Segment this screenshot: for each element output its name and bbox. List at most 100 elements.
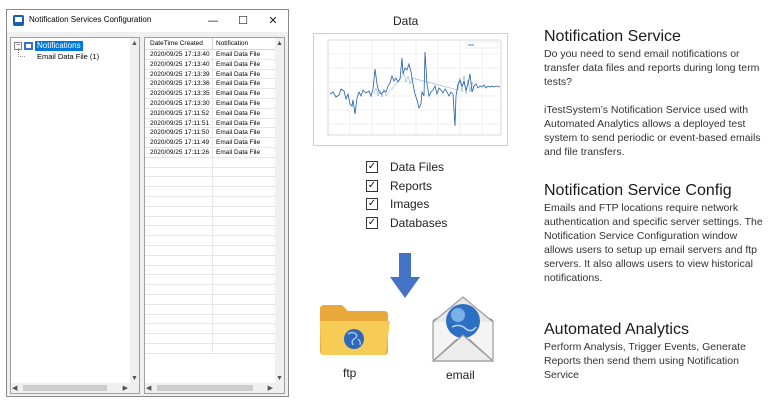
column-header-notification[interactable]: Notification <box>216 40 248 47</box>
empty-row <box>145 216 277 227</box>
column-divider <box>212 196 213 206</box>
column-divider <box>212 294 213 304</box>
app-icon <box>13 15 24 26</box>
close-button[interactable]: ✕ <box>258 10 288 32</box>
column-divider[interactable] <box>212 38 213 50</box>
table-row[interactable]: 2020/09/25 17:13:36 Email Data File <box>145 79 277 90</box>
table-row[interactable]: 2020/09/25 17:11:52 Email Data File <box>145 108 277 119</box>
email-envelope-icon <box>431 296 495 362</box>
column-divider <box>212 177 213 187</box>
empty-row <box>145 167 277 178</box>
empty-row <box>145 304 277 315</box>
section-paragraph: Do you need to send email notifications … <box>544 48 760 88</box>
email-label: email <box>446 368 475 382</box>
cell-datetime: 2020/09/25 17:13:35 <box>150 90 210 98</box>
empty-row <box>145 187 277 197</box>
column-divider <box>212 89 213 98</box>
scroll-left-icon[interactable]: ◀ <box>146 384 151 392</box>
data-plot-thumbnail <box>313 33 508 146</box>
table-row[interactable]: 2020/09/25 17:11:26 Email Data File <box>145 147 277 158</box>
column-divider <box>212 69 213 79</box>
tree-connector <box>18 48 25 57</box>
cell-notification: Email Data File <box>216 99 261 107</box>
tree-node-label[interactable]: Notifications <box>35 41 83 51</box>
empty-row <box>145 226 277 237</box>
checkbox-checked-icon: ✓ <box>366 198 378 210</box>
checkbox-checked-icon: ✓ <box>366 161 378 173</box>
check-label: Data Files <box>390 160 445 174</box>
list-horizontal-scrollbar[interactable]: ◀ ▶ <box>145 383 284 393</box>
scroll-down-icon[interactable]: ▼ <box>276 375 283 382</box>
column-divider <box>212 59 213 69</box>
empty-row <box>145 177 277 188</box>
cell-datetime: 2020/09/25 17:13:40 <box>150 51 210 58</box>
list-vertical-scrollbar[interactable]: ▲ ▼ <box>275 38 284 384</box>
column-divider <box>212 314 213 324</box>
table-row[interactable]: 2020/09/25 17:13:30 Email Data File <box>145 98 277 109</box>
ftp-folder-icon <box>320 305 390 355</box>
down-arrow-icon <box>390 253 420 298</box>
tree-horizontal-scrollbar[interactable]: ◀ ▶ <box>11 383 139 393</box>
empty-row <box>145 324 277 335</box>
column-divider <box>212 167 213 177</box>
empty-row <box>145 157 277 168</box>
cell-datetime: 2020/09/25 17:11:52 <box>150 109 210 117</box>
scroll-right-icon[interactable]: ▶ <box>268 384 273 392</box>
cell-datetime: 2020/09/25 17:13:40 <box>150 60 210 68</box>
table-row[interactable]: 2020/09/25 17:11:50 Email Data File <box>145 128 277 139</box>
empty-row <box>145 236 277 246</box>
scroll-right-icon[interactable]: ▶ <box>123 384 128 392</box>
data-heading: Data <box>393 14 419 28</box>
column-divider <box>212 245 213 255</box>
column-divider <box>212 334 213 343</box>
tree-node-label[interactable]: Email Data File (1) <box>37 52 99 62</box>
list-header: DateTime Created Notification <box>145 38 284 50</box>
table-row[interactable]: 2020/09/25 17:13:40 Email Data File <box>145 59 277 70</box>
scrollbar-thumb[interactable] <box>23 385 107 391</box>
column-divider <box>212 147 213 157</box>
section-paragraph: Emails and FTP locations require network… <box>544 202 763 284</box>
cell-notification: Email Data File <box>216 148 261 156</box>
section-title: Notification Service <box>544 28 681 45</box>
table-row[interactable]: 2020/09/25 17:13:40 Email Data File <box>145 50 277 60</box>
scroll-up-icon[interactable]: ▲ <box>276 40 283 47</box>
minimize-button[interactable]: — <box>198 10 228 32</box>
section-title: Automated Analytics <box>544 321 689 338</box>
empty-row <box>145 255 277 266</box>
section-title: Notification Service Config <box>544 182 732 199</box>
table-row[interactable]: 2020/09/25 17:11:49 Email Data File <box>145 138 277 148</box>
cell-notification: Email Data File <box>216 80 261 88</box>
scroll-down-icon[interactable]: ▼ <box>131 375 138 382</box>
column-header-datetime[interactable]: DateTime Created <box>150 40 203 47</box>
empty-row <box>145 343 277 354</box>
scroll-up-icon[interactable]: ▲ <box>131 40 138 47</box>
column-divider <box>212 79 213 89</box>
table-row[interactable]: 2020/09/25 17:13:35 Email Data File <box>145 89 277 99</box>
tree-vertical-scrollbar[interactable]: ▲ ▼ <box>130 38 139 384</box>
cell-notification: Email Data File <box>216 129 261 137</box>
check-label: Databases <box>390 215 448 230</box>
scroll-left-icon[interactable]: ◀ <box>12 384 17 392</box>
section-body: Do you need to send email notifications … <box>544 47 768 159</box>
table-row[interactable]: 2020/09/25 17:11:51 Email Data File <box>145 118 277 129</box>
check-label: Images <box>390 197 430 211</box>
cell-datetime: 2020/09/25 17:13:39 <box>150 70 210 78</box>
cell-datetime: 2020/09/25 17:11:49 <box>150 139 210 147</box>
column-divider <box>212 157 213 167</box>
notification-list[interactable]: DateTime Created Notification 2020/09/25… <box>144 37 285 394</box>
column-divider <box>212 98 213 108</box>
column-divider <box>212 275 213 285</box>
list-rows: 2020/09/25 17:13:40 Email Data File 2020/0… <box>145 50 277 354</box>
column-divider <box>212 265 213 275</box>
column-divider <box>212 206 213 216</box>
empty-row <box>145 334 277 344</box>
notification-tree[interactable]: − Notifications Email Data File (1) ▲ ▼ … <box>10 37 140 394</box>
scrollbar-thumb[interactable] <box>157 385 253 391</box>
title-bar[interactable]: Notification Services Configuration — ☐ … <box>7 10 288 32</box>
check-label: Reports <box>390 178 433 193</box>
column-divider <box>212 108 213 118</box>
table-row[interactable]: 2020/09/25 17:13:39 Email Data File <box>145 69 277 80</box>
empty-row <box>145 265 277 276</box>
section-body: Emails and FTP locations require network… <box>544 201 768 285</box>
maximize-button[interactable]: ☐ <box>228 10 258 32</box>
